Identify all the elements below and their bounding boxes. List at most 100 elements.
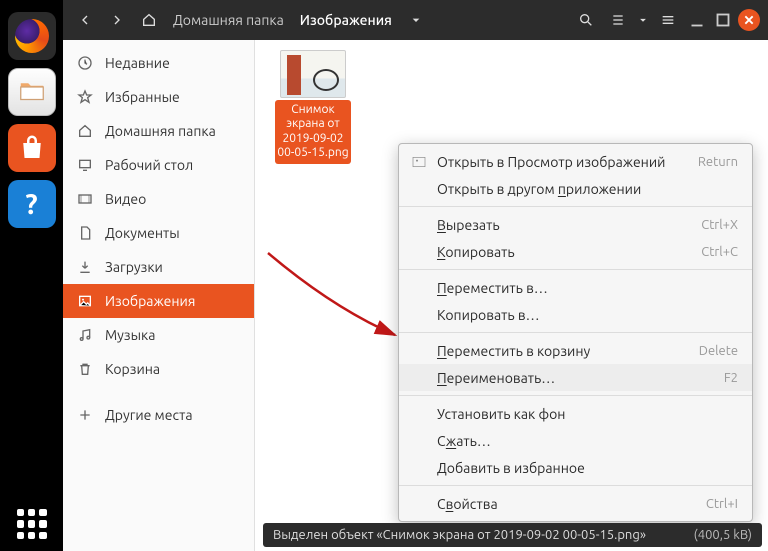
statusbar-size: (400,5 kB) (694, 528, 752, 542)
ctx-separator (399, 485, 752, 486)
ctx-label: Открыть в Просмотр изображений (437, 154, 665, 170)
sidebar-item-videos[interactable]: Видео (63, 182, 254, 216)
view-list-button[interactable] (604, 6, 632, 34)
sidebar-item-pictures[interactable]: Изображения (63, 284, 254, 318)
sidebar-item-label: Недавние (105, 55, 170, 71)
sidebar-item-desktop[interactable]: Рабочий стол (63, 148, 254, 182)
ctx-label: Сжать… (437, 433, 491, 449)
plus-icon (77, 407, 93, 423)
ctx-rename[interactable]: Переименовать… F2 (399, 364, 752, 391)
document-icon (77, 225, 93, 241)
ctx-open-default[interactable]: Открыть в Просмотр изображений Return (399, 148, 752, 175)
ctx-label: Вырезать (437, 217, 500, 233)
ctx-label: Переименовать… (437, 370, 555, 386)
ctx-move-to[interactable]: Переместить в… (399, 274, 752, 301)
sidebar: Недавние Избранные Домашняя папка Рабочи… (63, 40, 255, 551)
ctx-label: Переместить в… (437, 280, 548, 296)
image-icon (77, 293, 93, 309)
sidebar-item-starred[interactable]: Избранные (63, 80, 254, 114)
ctx-copy-to[interactable]: Копировать в… (399, 301, 752, 328)
ctx-compress[interactable]: Сжать… (399, 427, 752, 454)
sidebar-item-label: Другие места (105, 407, 193, 423)
ctx-set-wallpaper[interactable]: Установить как фон (399, 400, 752, 427)
chevron-down-icon[interactable] (402, 6, 430, 34)
breadcrumb-home[interactable]: Домашняя папка (167, 12, 290, 28)
dock-app-help[interactable]: ? (8, 180, 56, 228)
image-viewer-icon (411, 154, 427, 170)
firefox-icon (15, 19, 49, 53)
ctx-label: Свойства (437, 496, 498, 512)
sidebar-item-label: Загрузки (105, 259, 163, 275)
file-manager-window: Домашняя папка Изображения Недавние Избр… (63, 0, 768, 551)
ctx-trash[interactable]: Переместить в корзину Delete (399, 337, 752, 364)
ctx-separator (399, 269, 752, 270)
dock-app-files[interactable] (8, 68, 56, 116)
statusbar-text: Выделен объект «Снимок экрана от 2019-09… (273, 528, 646, 542)
titlebar: Домашняя папка Изображения (63, 0, 768, 40)
video-icon (77, 191, 93, 207)
dock-app-software[interactable] (8, 124, 56, 172)
clock-icon (77, 55, 93, 71)
sidebar-item-label: Избранные (105, 89, 180, 105)
trash-icon (77, 361, 93, 377)
back-button[interactable] (71, 6, 99, 34)
ctx-open-with[interactable]: Открыть в другом приложении (399, 175, 752, 202)
sidebar-item-label: Корзина (105, 361, 160, 377)
ctx-label: Копировать (437, 244, 515, 260)
star-icon (77, 89, 93, 105)
grid-icon (17, 509, 47, 539)
sidebar-item-label: Рабочий стол (105, 157, 193, 173)
ctx-label: Переместить в корзину (437, 343, 590, 359)
ctx-separator (399, 395, 752, 396)
sidebar-item-label: Видео (105, 191, 146, 207)
dock-app-firefox[interactable] (8, 12, 56, 60)
ctx-label: Установить как фон (437, 406, 565, 422)
ctx-accel: Return (698, 155, 738, 169)
sidebar-item-downloads[interactable]: Загрузки (63, 250, 254, 284)
view-dropdown-icon[interactable] (636, 6, 650, 34)
forward-button[interactable] (103, 6, 131, 34)
file-item[interactable]: Снимок экрана от 2019-09-02 00-05-15.png (275, 50, 351, 164)
breadcrumb-current[interactable]: Изображения (294, 12, 398, 28)
ctx-separator (399, 206, 752, 207)
sidebar-item-label: Документы (105, 225, 180, 241)
ctx-accel: F2 (724, 371, 738, 385)
file-label: Снимок экрана от 2019-09-02 00-05-15.png (275, 100, 351, 164)
maximize-button[interactable] (712, 9, 734, 31)
sidebar-item-music[interactable]: Музыка (63, 318, 254, 352)
hamburger-menu-button[interactable] (654, 6, 682, 34)
ctx-label: Добавить в избранное (437, 460, 585, 476)
ctx-copy[interactable]: КопироватьCtrl+C (399, 238, 752, 265)
download-icon (77, 259, 93, 275)
ctx-properties[interactable]: Свойства Ctrl+I (399, 490, 752, 517)
ctx-accel: Delete (699, 344, 738, 358)
ctx-cut[interactable]: Вырезать Ctrl+X (399, 211, 752, 238)
question-icon: ? (25, 189, 37, 220)
ctx-label: Копировать в… (437, 307, 540, 323)
sidebar-item-home[interactable]: Домашняя папка (63, 114, 254, 148)
home-icon[interactable] (135, 6, 163, 34)
ctx-accel: Ctrl+I (706, 497, 738, 511)
sidebar-item-other-locations[interactable]: Другие места (63, 398, 254, 432)
folder-icon (17, 77, 47, 107)
sidebar-item-trash[interactable]: Корзина (63, 352, 254, 386)
sidebar-item-label: Изображения (105, 293, 195, 309)
sidebar-item-label: Музыка (105, 327, 155, 343)
sidebar-item-documents[interactable]: Документы (63, 216, 254, 250)
ctx-star[interactable]: Добавить в избранное (399, 454, 752, 481)
shopping-bag-icon (17, 133, 47, 163)
home-icon (77, 123, 93, 139)
close-button[interactable] (738, 9, 760, 31)
music-icon (77, 327, 93, 343)
search-button[interactable] (572, 6, 600, 34)
minimize-button[interactable] (686, 9, 708, 31)
ctx-label: Открыть в другом приложении (437, 181, 641, 197)
context-menu: Открыть в Просмотр изображений Return От… (398, 143, 753, 522)
ctx-separator (399, 332, 752, 333)
file-thumbnail (280, 50, 346, 98)
statusbar: Выделен объект «Снимок экрана от 2019-09… (263, 523, 762, 547)
desktop-icon (77, 157, 93, 173)
ctx-accel: Ctrl+X (701, 218, 738, 232)
dock-apps-grid-button[interactable] (0, 509, 63, 539)
sidebar-item-recent[interactable]: Недавние (63, 46, 254, 80)
